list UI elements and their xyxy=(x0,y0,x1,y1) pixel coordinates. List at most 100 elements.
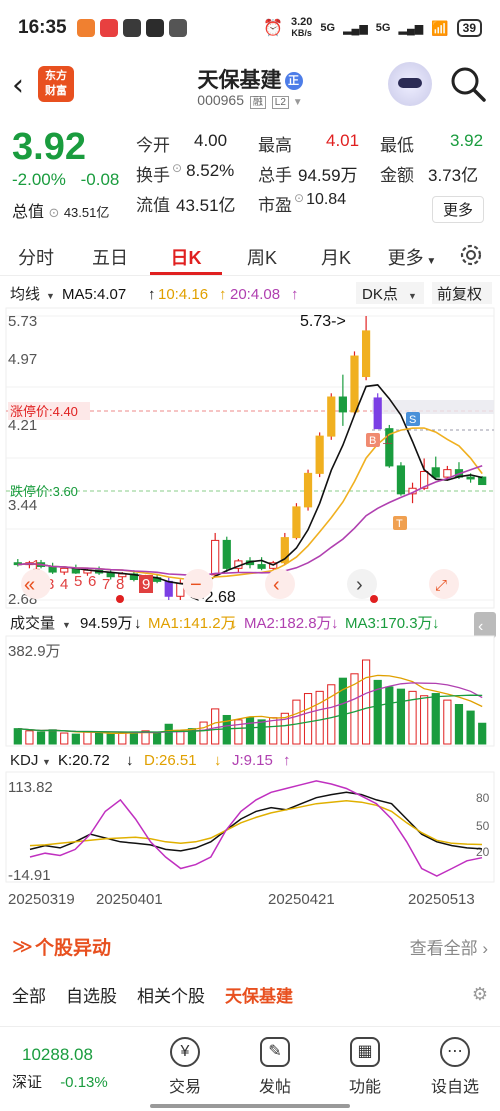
kdj-ref-tick: 80 xyxy=(476,791,490,805)
candle xyxy=(176,582,185,597)
badge-icon: 正 xyxy=(284,72,303,91)
index-ticker[interactable]: 10288.08 深证 -0.13% xyxy=(0,1027,140,1111)
view-all-link[interactable]: 查看全部 › xyxy=(410,934,488,959)
candle xyxy=(431,467,440,478)
more-button[interactable]: 更多 xyxy=(432,196,485,223)
candle xyxy=(350,355,359,413)
y-tick: 5.73 xyxy=(8,313,37,330)
status-time: 16:35 xyxy=(18,17,67,38)
prev-button[interactable] xyxy=(265,569,295,599)
kdj-k: K:20.72 xyxy=(58,752,110,769)
signal-icon: ▂▄▆ xyxy=(398,22,424,35)
ma5-label: MA5:4.07 xyxy=(62,286,126,303)
current-price: 3.92 xyxy=(12,126,86,168)
margin-tag: 融 xyxy=(249,96,266,109)
chart-tabs: 分时 五日 日K 周K 月K 更多 ▼ xyxy=(0,232,500,276)
add-watchlist-label: 设自选 xyxy=(430,1079,479,1096)
tab-more[interactable]: 更多 ▼ xyxy=(372,232,452,275)
volume-selector[interactable]: 成交量 xyxy=(10,614,55,632)
tab-monthly-k[interactable]: 月K xyxy=(300,232,372,275)
pager-item[interactable]: 4 xyxy=(60,576,68,593)
status-right: ⏰ 3.20 KB/s 5G ▂▄▆ 5G ▂▄▆ 📶 39 xyxy=(263,17,482,39)
notification-icon xyxy=(99,19,118,37)
volume-bar xyxy=(25,730,34,745)
volume-bar xyxy=(443,699,452,745)
index-row: 深证 -0.13% xyxy=(12,1071,140,1092)
index-value: 10288.08 xyxy=(22,1045,93,1064)
volume-bar xyxy=(315,690,324,745)
quote-label: 总手 xyxy=(258,165,292,185)
alarm-icon: ⏰ xyxy=(263,20,283,37)
adjust-label: 前复权 xyxy=(437,285,482,303)
view-all-label: 查看全部 xyxy=(409,938,478,958)
signal-5g-1: 5G xyxy=(320,22,336,34)
volume-bar xyxy=(199,721,208,745)
chevron-down-icon: ▼ xyxy=(423,256,437,267)
tab-weekly-k[interactable]: 周K xyxy=(224,232,300,275)
volume-bar xyxy=(478,722,487,745)
kdj-selector[interactable]: KDJ xyxy=(10,752,38,769)
volume-bar xyxy=(60,732,69,745)
trade-button[interactable]: ¥ 交易 xyxy=(140,1027,230,1111)
notification-icon xyxy=(168,19,187,37)
event-dot xyxy=(370,595,378,603)
tab-more-label: 更多 xyxy=(387,248,424,268)
gear-icon[interactable]: ⚙ xyxy=(472,984,488,1005)
volume-value: 94.59万 xyxy=(80,615,133,632)
stock-activity-header: ≫ 个股异动 查看全部 › xyxy=(0,926,500,966)
volume-bar xyxy=(71,733,80,745)
quote-cell: 市盈 ⊙ 10.84 xyxy=(258,191,346,216)
volume-bar xyxy=(303,693,313,745)
quote-cell: 最低 3.92 xyxy=(380,131,483,156)
kline-chart-area[interactable]: 均线 ▼ MA5:4.07 ↑ 10:4.16 ↑ 20:4.08 ↑ DK点 … xyxy=(0,278,500,918)
bottom-bar: 10288.08 深证 -0.13% ¥ 交易 ✎ 发帖 ▦ 功能 ⋯ 设自选 xyxy=(0,1026,500,1111)
info-icon[interactable]: ⊙ xyxy=(48,205,59,220)
post-button[interactable]: ✎ 发帖 xyxy=(230,1027,320,1111)
subtab-related[interactable]: 相关个股 xyxy=(137,982,205,1007)
pager-item[interactable]: 8 xyxy=(116,576,124,593)
candle xyxy=(478,476,487,486)
quote-row: 今开 4.00 最高 4.01 最低 3.92 xyxy=(136,128,496,158)
quote-label: 流值 xyxy=(136,195,170,215)
net-speed-value: 3.20 xyxy=(290,16,313,28)
functions-button[interactable]: ▦ 功能 xyxy=(320,1027,410,1111)
arrow-up-icon: ↑ xyxy=(283,752,291,769)
quote-cell: 金额 3.73亿 xyxy=(380,161,478,186)
assistant-robot-icon[interactable] xyxy=(388,62,432,106)
tab-five-day[interactable]: 五日 xyxy=(72,232,148,275)
subtab-watchlist[interactable]: 自选股 xyxy=(66,982,117,1007)
signal-5g-2: 5G xyxy=(375,22,391,34)
double-left-icon: « xyxy=(24,574,35,596)
pager-item[interactable]: 9 xyxy=(142,576,150,593)
subtab-current-stock[interactable]: 天保基建 xyxy=(225,982,293,1007)
candle xyxy=(60,567,69,573)
tab-intraday[interactable]: 分时 xyxy=(0,232,72,275)
candle xyxy=(315,435,324,474)
expand-icon: ⤢ xyxy=(435,577,448,594)
pager-item[interactable]: 6 xyxy=(88,573,96,590)
ma-selector[interactable]: 均线 xyxy=(10,286,40,303)
kline-chart-svg[interactable]: 均线 ▼ MA5:4.07 ↑ 10:4.16 ↑ 20:4.08 ↑ DK点 … xyxy=(0,278,500,918)
ma20-label: 20:4.08 xyxy=(230,286,280,303)
quote-panel: 3.92 -2.00% -0.08 总值 ⊙ 43.51亿 今开 4.00 最高 4… xyxy=(0,122,500,223)
status-app-icons xyxy=(76,19,187,37)
candle xyxy=(211,539,220,576)
info-icon[interactable]: ⊙ xyxy=(294,191,304,216)
subtab-all[interactable]: 全部 xyxy=(12,982,46,1007)
event-dot xyxy=(116,595,124,603)
pager-item[interactable]: 5 xyxy=(74,573,82,590)
candle xyxy=(164,580,173,597)
x-date: 20250421 xyxy=(268,891,335,908)
settings-gear-icon[interactable] xyxy=(456,240,486,270)
add-watchlist-button[interactable]: ⋯ 设自选 xyxy=(410,1027,500,1111)
volume-bar xyxy=(153,732,162,745)
tab-daily-k[interactable]: 日K xyxy=(150,232,222,275)
volume-bar xyxy=(234,719,243,745)
info-icon[interactable]: ⊙ xyxy=(172,161,182,186)
yen-icon: ¥ xyxy=(170,1037,200,1067)
change-amount: -0.08 xyxy=(80,170,120,189)
search-icon[interactable] xyxy=(448,64,488,104)
quote-value: 8.52% xyxy=(186,160,235,180)
marker-tick: ⊥ xyxy=(382,432,393,447)
pager-item[interactable]: 7 xyxy=(102,576,110,593)
